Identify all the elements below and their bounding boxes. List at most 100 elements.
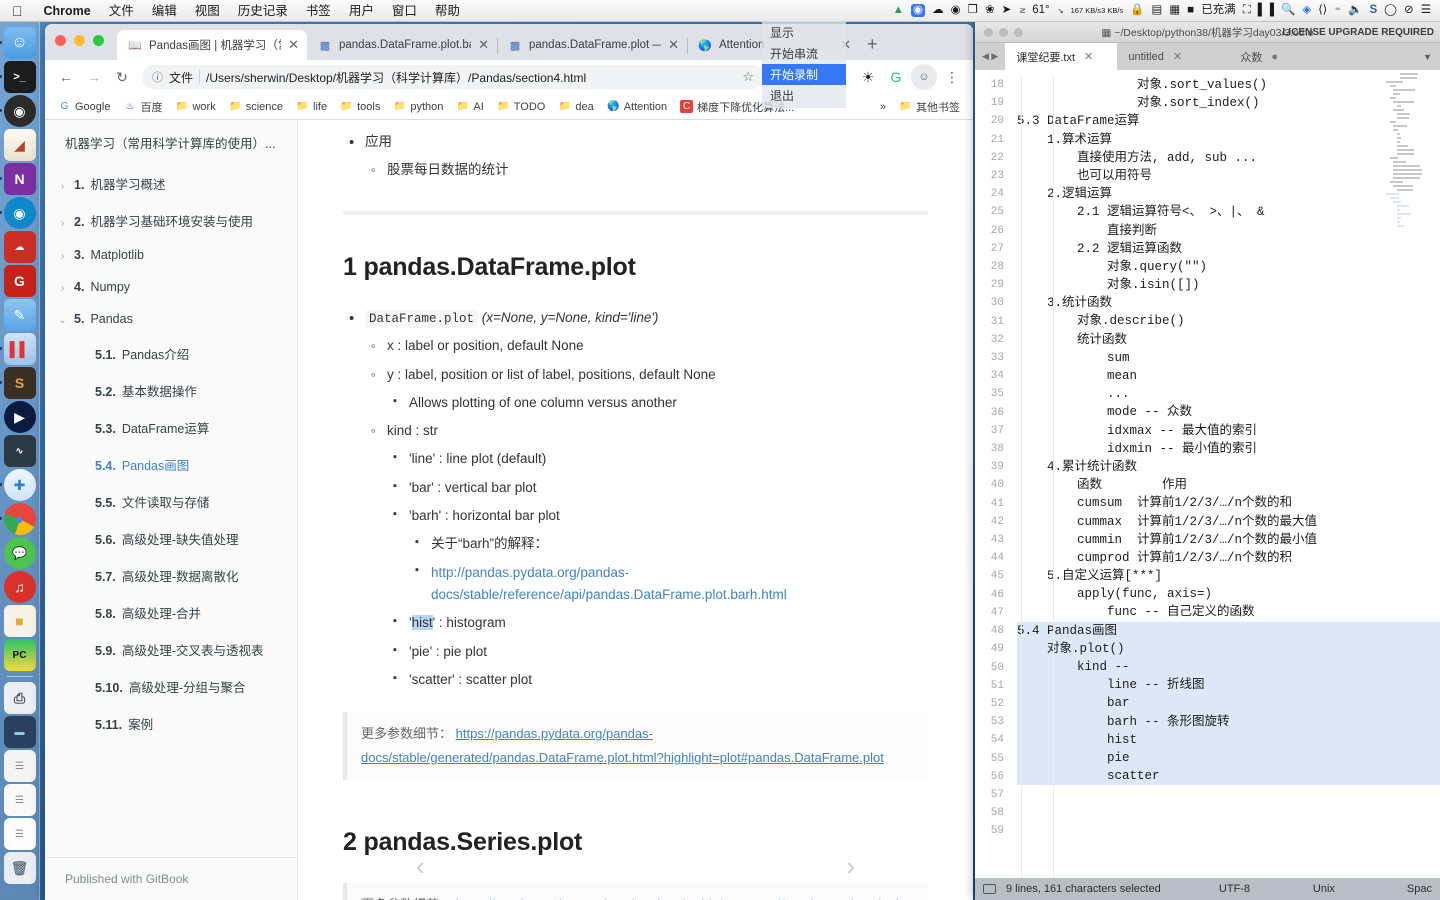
arrow-up-circle-icon[interactable]: ▲ — [893, 4, 904, 17]
copy-icon[interactable]: ❐ — [968, 4, 978, 17]
sidebar-item-5-3[interactable]: 5.3. DataFrame运算 — [51, 409, 297, 446]
dock-item-printer[interactable]: ⎙ — [3, 682, 36, 714]
star-icon[interactable]: ☆ — [742, 69, 754, 85]
dock-item-preview[interactable]: ◢ — [3, 129, 36, 161]
dock-item-sublime-text[interactable]: S — [0, 367, 36, 399]
code-line[interactable]: 2.1 逻辑运算符号<、 >、|、 & — [1017, 203, 1440, 221]
code-line[interactable] — [1017, 822, 1440, 840]
dock-item-safari[interactable]: ✚ — [0, 469, 36, 501]
dock-item-chrome[interactable]: ● — [0, 503, 36, 535]
bookmark-other-bookmarks[interactable]: 📁 其他书签 — [894, 97, 965, 117]
sidebar-item-5-2[interactable]: 5.2. 基本数据操作 — [51, 372, 297, 409]
sidebar-item-5-6[interactable]: 5.6. 高级处理-缺失值处理 — [51, 520, 297, 557]
menu-item-edit[interactable]: 编辑 — [143, 0, 186, 22]
browser-tab-2[interactable]: ▩ pandas.DataFrame.plot — pa ✕ — [497, 30, 688, 60]
dock-item-onenote[interactable]: N — [0, 163, 36, 195]
dropbox-icon[interactable]: ◈ — [1302, 4, 1311, 17]
close-tab-icon[interactable]: ✕ — [288, 37, 299, 53]
code-line[interactable]: 直接使用方法, add, sub ... — [1017, 149, 1440, 167]
dock-item-sticky-notes[interactable]: ■ — [3, 605, 36, 637]
equalizer-icon[interactable]: ▌▐ — [1258, 4, 1274, 17]
profile-avatar-icon[interactable]: ☺ — [911, 64, 937, 90]
bookmark-dea[interactable]: 📁 dea — [553, 98, 598, 115]
new-tab-button[interactable]: + — [867, 34, 878, 55]
address-bar[interactable]: ⓘ 文件 /Users/sherwin/Desktop/机器学习（科学计算库）/… — [142, 65, 764, 89]
back-arrow-icon[interactable]: ← — [53, 64, 79, 90]
code-line[interactable]: 对象.sort_index() — [1017, 94, 1440, 112]
close-window-button[interactable] — [55, 35, 66, 46]
sidebar-item-chapter-2[interactable]: › 2. 机器学习基础环境安装与使用 — [51, 202, 297, 239]
editor-tab-0[interactable]: 课堂纪要.txt ✕ — [1005, 43, 1118, 70]
menu-item-start-stream[interactable]: 开始串流 — [762, 43, 846, 64]
sidebar-item-5-1[interactable]: 5.1. Pandas介绍 — [51, 335, 297, 372]
menu-item-history[interactable]: 历史记录 — [229, 0, 297, 22]
display-icon[interactable]: ▦ — [1169, 4, 1180, 17]
dock-item-document-stack-2[interactable]: ☰ — [3, 784, 36, 816]
sidebar-item-5-7[interactable]: 5.7. 高级处理-数据离散化 — [51, 557, 297, 594]
code-line[interactable]: pie — [1017, 748, 1440, 768]
maximize-window-button[interactable] — [93, 35, 104, 46]
sidebar-item-5-11[interactable]: 5.11. 案例 — [51, 705, 297, 742]
code-line[interactable]: 2.2 逻辑运算函数 — [1017, 240, 1440, 258]
chevron-right-icon[interactable]: › — [57, 283, 68, 294]
code-line[interactable]: 对象.isin([]) — [1017, 276, 1440, 294]
code-line[interactable]: 对象.sort_values() — [1017, 76, 1440, 94]
bookmark-tools[interactable]: 📁 tools — [335, 98, 385, 115]
code-line[interactable]: cummax 计算前1/2/3/…/n个数的最大值 — [1017, 513, 1440, 531]
reload-icon[interactable]: ↻ — [109, 64, 135, 90]
dock-item-document-stack-1[interactable]: ☰ — [3, 750, 36, 782]
chevron-right-icon[interactable]: › — [57, 218, 68, 229]
close-tab-icon[interactable]: ✕ — [478, 37, 489, 53]
airplay-icon[interactable]: ⛶ — [1243, 4, 1251, 17]
chevron-down-icon[interactable]: ▼ — [1415, 43, 1440, 70]
bluetooth-icon[interactable]: 🔒 — [1130, 4, 1144, 17]
code-line[interactable]: mode -- 众数 — [1017, 403, 1440, 421]
code-line[interactable]: hist — [1017, 730, 1440, 749]
gitbook-footer[interactable]: Published with GitBook — [45, 857, 297, 900]
dock-item-camtasia[interactable]: ◉ — [0, 197, 36, 229]
editor-tab-1[interactable]: untitled ✕ — [1117, 43, 1230, 70]
next-page-button[interactable]: › — [846, 851, 855, 882]
code-line[interactable]: apply(func, axis=) — [1017, 585, 1440, 603]
code-line[interactable]: scatter — [1017, 767, 1440, 786]
dock-item-obs[interactable]: ◉ — [0, 95, 36, 127]
sogou-icon[interactable]: S — [1370, 4, 1378, 17]
menu-item-window[interactable]: 窗口 — [383, 0, 426, 22]
code-line[interactable]: bar — [1017, 694, 1440, 713]
sidebar-item-chapter-1[interactable]: › 1. 机器学习概述 — [51, 165, 297, 202]
code-line[interactable]: 直接判断 — [1017, 222, 1440, 240]
code-line[interactable]: barh -- 条形图旋转 — [1017, 712, 1440, 731]
dock-item-baiducloud[interactable]: ☁ — [3, 231, 36, 263]
dock-item-potplayer[interactable]: ▶ — [3, 401, 36, 433]
sidebar-item-5-5[interactable]: 5.5. 文件读取与存储 — [51, 483, 297, 520]
code-line[interactable]: sum — [1017, 349, 1440, 367]
code-line[interactable]: idxmax -- 最大值的索引 — [1017, 422, 1440, 440]
code-line[interactable] — [1017, 785, 1440, 803]
close-tab-icon[interactable]: ✕ — [668, 37, 679, 53]
obs-icon[interactable]: ◉ — [911, 3, 926, 18]
browser-tab-0[interactable]: 📖 Pandas画图 | 机器学习（常用 ✕ — [117, 30, 307, 60]
code-line[interactable]: 对象.plot() — [1017, 639, 1440, 658]
code-editor[interactable]: 对象.sort_values() 对象.sort_index() 5.3 Data… — [1011, 70, 1440, 878]
code-line[interactable]: 4.累计统计函数 — [1017, 458, 1440, 476]
menu-item-profiles[interactable]: 用户 — [340, 0, 383, 22]
code-line[interactable]: cumprod 计算前1/2/3/…/n个数的积 — [1017, 549, 1440, 567]
control-center-icon[interactable]: ☰ — [1421, 4, 1431, 17]
code-line[interactable]: 5.4 Pandas画图 — [1017, 621, 1440, 640]
circle-icon[interactable]: ◯ — [1384, 4, 1397, 17]
browser-tab-1[interactable]: ▩ pandas.DataFrame.plot.barh ✕ — [307, 30, 498, 60]
code-line[interactable]: mean — [1017, 367, 1440, 385]
three-dot-menu-icon[interactable]: ⋮ — [939, 64, 965, 90]
flower-icon[interactable]: ❀ — [985, 4, 995, 17]
code-line[interactable]: ... — [1017, 385, 1440, 403]
dock-item-terminal[interactable]: >_ — [0, 61, 36, 93]
bookmark-life[interactable]: 📁 life — [291, 98, 332, 115]
close-tab-icon[interactable]: ● — [1271, 51, 1278, 63]
bookmark-science[interactable]: 📁 science — [224, 98, 288, 115]
line-ending-label[interactable]: Unix — [1313, 883, 1397, 895]
code-line[interactable]: 对象.query("") — [1017, 258, 1440, 276]
code-line[interactable]: 2.逻辑运算 — [1017, 185, 1440, 203]
minimize-window-button[interactable] — [74, 35, 85, 46]
chevron-right-icon[interactable]: › — [57, 251, 68, 262]
code-line[interactable]: 1.算术运算 — [1017, 131, 1440, 149]
